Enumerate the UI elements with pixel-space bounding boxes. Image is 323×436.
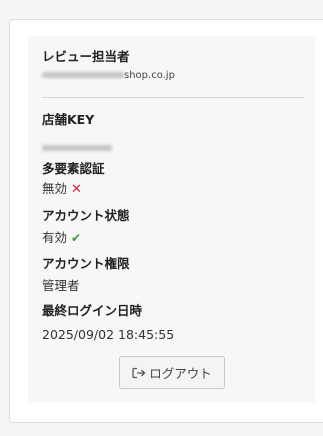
cross-icon: ✕ [71, 182, 82, 197]
divider [42, 97, 304, 98]
account-role-value: 管理者 [42, 278, 80, 293]
check-icon: ✔ [71, 231, 82, 245]
store-key-value [42, 137, 112, 156]
logout-button[interactable]: ログアウト [119, 356, 225, 389]
last-login-label: 最終ログイン日時 [42, 303, 143, 318]
reviewer-email: shop.co.jp [42, 69, 175, 83]
mfa-value: 無効 [42, 181, 68, 196]
logout-icon [132, 367, 146, 379]
account-status: 有効 ✔ [42, 230, 81, 246]
redacted-store-key [42, 144, 112, 151]
account-status-value: 有効 [42, 230, 68, 245]
last-login-value: 2025/09/02 18:45:55 [42, 327, 175, 342]
account-status-label: アカウント状態 [42, 208, 130, 223]
reviewer-label: レビュー担当者 [42, 49, 130, 64]
store-key-label: 店舗KEY [42, 112, 95, 127]
reviewer-email-domain: shop.co.jp [124, 70, 175, 81]
mfa-status: 無効 ✕ [42, 181, 82, 198]
logout-label: ログアウト [149, 366, 212, 381]
redacted-email-local [42, 72, 124, 78]
mfa-label: 多要素認証 [42, 161, 105, 176]
account-role-label: アカウント権限 [42, 256, 130, 271]
